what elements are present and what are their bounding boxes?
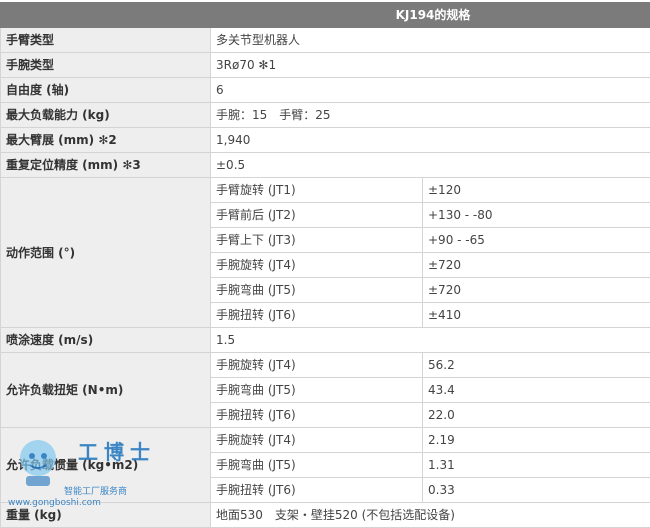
sub-row-name: 手腕扭转 (JT6) <box>210 302 423 328</box>
table-row: 动作范围 (°) 手臂旋转 (JT1) ±120 <box>0 177 650 328</box>
row-label: 最大臂展 (mm) ✻2 <box>0 127 211 153</box>
table-title: KJ194的规格 <box>209 2 650 28</box>
row-value: 6 <box>209 77 650 103</box>
row-value: ±0.5 <box>209 152 650 178</box>
table-row: 允许负载扭矩 (N•m) 手腕旋转 (JT4) 56.2 <box>0 352 650 428</box>
sub-row-value: +130 - -80 <box>421 202 650 228</box>
spec-table: KJ194的规格 手臂类型 多关节型机器人 手腕类型 3Rø70 ✻1 自由度 … <box>0 2 650 528</box>
sub-row-value: 0.33 <box>421 477 650 503</box>
table-row: 重复定位精度 (mm) ✻3 ±0.5 <box>0 152 650 178</box>
sub-row-value: 2.19 <box>421 427 650 453</box>
sub-row-name: 手腕旋转 (JT4) <box>210 252 423 278</box>
table-row: 最大臂展 (mm) ✻2 1,940 <box>0 127 650 153</box>
sub-row-name: 手腕扭转 (JT6) <box>210 402 423 428</box>
sub-row-value: ±120 <box>421 177 650 203</box>
row-value: 多关节型机器人 <box>209 27 650 53</box>
row-value: 手腕：15 手臂：25 <box>209 102 650 128</box>
row-label: 重量 (kg) <box>0 502 211 528</box>
sub-row-value: +90 - -65 <box>421 227 650 253</box>
sub-row-name: 手腕旋转 (JT4) <box>210 352 423 378</box>
sub-row-value: ±720 <box>421 277 650 303</box>
sub-row-value: 43.4 <box>421 377 650 403</box>
sub-row-value: 56.2 <box>421 352 650 378</box>
sub-row-value: 1.31 <box>421 452 650 478</box>
row-label: 喷涂速度 (m/s) <box>0 327 211 353</box>
row-value: 地面530 支架・壁挂520 (不包括选配设备) <box>209 502 650 528</box>
sub-row-name: 手腕旋转 (JT4) <box>210 427 423 453</box>
table-row: 手臂类型 多关节型机器人 <box>0 27 650 53</box>
row-value: 1.5 <box>209 327 650 353</box>
table-row: 重量 (kg) 地面530 支架・壁挂520 (不包括选配设备) <box>0 502 650 528</box>
sub-row-name: 手腕弯曲 (JT5) <box>210 277 423 303</box>
row-value: 1,940 <box>209 127 650 153</box>
table-row: 自由度 (轴) 6 <box>0 77 650 103</box>
header-blank-cell <box>0 2 211 28</box>
sub-row-name: 手腕弯曲 (JT5) <box>210 377 423 403</box>
row-label: 允许负载扭矩 (N•m) <box>0 352 211 428</box>
sub-row-name: 手臂前后 (JT2) <box>210 202 423 228</box>
table-row: 喷涂速度 (m/s) 1.5 <box>0 327 650 353</box>
sub-row-value: ±720 <box>421 252 650 278</box>
table-row: 手腕类型 3Rø70 ✻1 <box>0 52 650 78</box>
table-header-row: KJ194的规格 <box>0 2 650 28</box>
row-label: 最大负载能力 (kg) <box>0 102 211 128</box>
row-label: 允许负载惯量 (kg•m2) <box>0 427 211 503</box>
sub-row-name: 手腕弯曲 (JT5) <box>210 452 423 478</box>
row-label: 动作范围 (°) <box>0 177 211 328</box>
sub-row-name: 手臂旋转 (JT1) <box>210 177 423 203</box>
table-row: 最大负载能力 (kg) 手腕：15 手臂：25 <box>0 102 650 128</box>
sub-row-name: 手臂上下 (JT3) <box>210 227 423 253</box>
row-label: 重复定位精度 (mm) ✻3 <box>0 152 211 178</box>
row-label: 手臂类型 <box>0 27 211 53</box>
table-row: 允许负载惯量 (kg•m2) 手腕旋转 (JT4) 2.19 <box>0 427 650 503</box>
row-label: 手腕类型 <box>0 52 211 78</box>
sub-row-value: ±410 <box>421 302 650 328</box>
sub-row-name: 手腕扭转 (JT6) <box>210 477 423 503</box>
sub-row-value: 22.0 <box>421 402 650 428</box>
row-value: 3Rø70 ✻1 <box>209 52 650 78</box>
row-label: 自由度 (轴) <box>0 77 211 103</box>
